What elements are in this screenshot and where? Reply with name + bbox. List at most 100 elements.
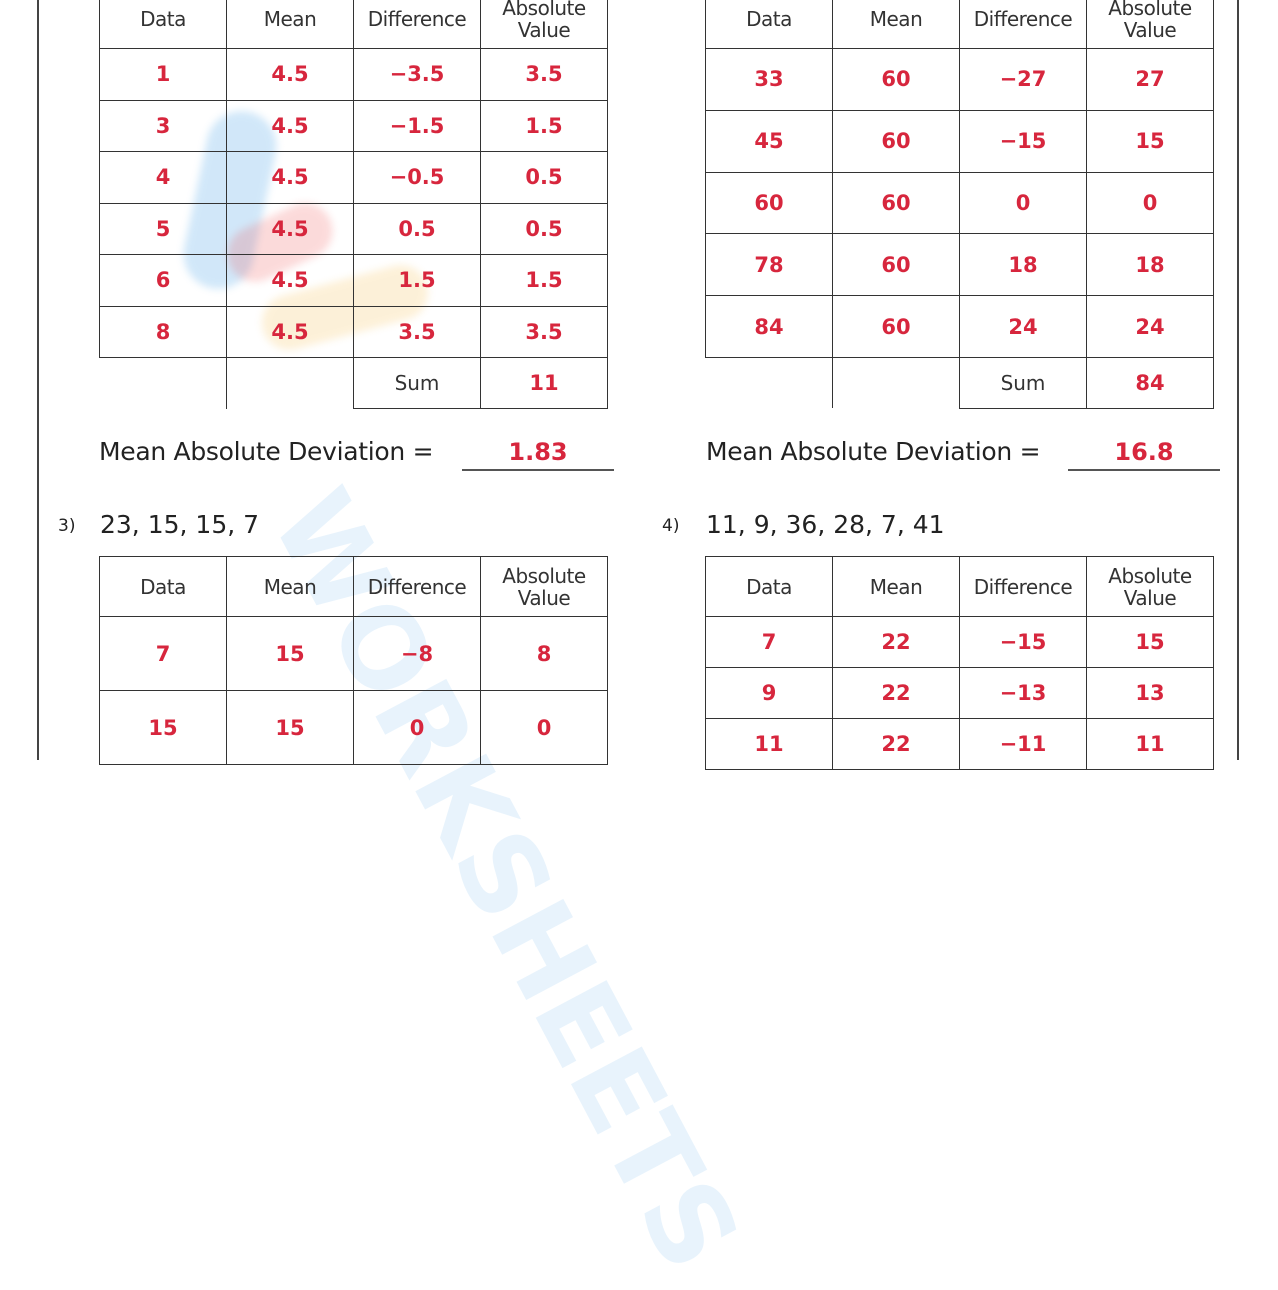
column-header: Mean bbox=[832, 556, 960, 617]
table-cell: −11 bbox=[959, 718, 1087, 770]
table-row: 60 60 0 0 bbox=[705, 171, 1214, 235]
page-border-right bbox=[1237, 0, 1239, 760]
table-cell: 84 bbox=[705, 295, 833, 358]
table-row: 78 60 18 18 bbox=[705, 233, 1214, 297]
table-cell: −15 bbox=[959, 109, 1087, 173]
table-cell: 0 bbox=[353, 690, 481, 765]
deviation-table: Data Mean Difference Absolute Value 1 4.5 −3.5… bbox=[99, 0, 608, 409]
table-cell: 15 bbox=[1086, 109, 1214, 173]
table-row: 8 4.5 3.5 3.5 bbox=[99, 305, 608, 358]
table-cell: 60 bbox=[832, 233, 960, 297]
table-cell: 1 bbox=[99, 48, 227, 101]
table-cell: 45 bbox=[705, 109, 833, 173]
answer-line bbox=[462, 469, 614, 471]
column-header: Difference bbox=[353, 556, 481, 617]
column-header: Difference bbox=[959, 556, 1087, 617]
table-cell: −27 bbox=[959, 48, 1087, 111]
table-cell: 4.5 bbox=[226, 151, 354, 204]
table-cell: 15 bbox=[1086, 616, 1214, 668]
table-cell: 3.5 bbox=[480, 48, 608, 101]
table-row: 9 22 −13 13 bbox=[705, 667, 1214, 719]
table-cell: 60 bbox=[705, 171, 833, 235]
table-row: 3 4.5 −1.5 1.5 bbox=[99, 99, 608, 152]
table-cell: 60 bbox=[832, 171, 960, 235]
column-header: Difference bbox=[353, 0, 481, 49]
sum-label: Sum bbox=[959, 356, 1087, 409]
table-row: 11 22 −11 11 bbox=[705, 718, 1214, 770]
table-cell: 27 bbox=[1086, 48, 1214, 111]
table-cell: −0.5 bbox=[353, 151, 481, 204]
empty-cell bbox=[832, 356, 960, 409]
empty-cell bbox=[705, 356, 833, 409]
table-cell: 4.5 bbox=[226, 305, 354, 358]
table-cell: 33 bbox=[705, 48, 833, 111]
table-cell: 1.5 bbox=[480, 254, 608, 307]
sum-label: Sum bbox=[353, 357, 481, 409]
mad-label: Mean Absolute Deviation = bbox=[99, 437, 434, 466]
table-cell: 0 bbox=[480, 690, 608, 765]
table-cell: 3.5 bbox=[480, 305, 608, 358]
table-cell: 60 bbox=[832, 109, 960, 173]
table-cell: 18 bbox=[959, 233, 1087, 297]
deviation-table: Data Mean Difference Absolute Value 7 15 −8 8 15… bbox=[99, 556, 608, 765]
table-row: 6 4.5 1.5 1.5 bbox=[99, 254, 608, 307]
table-cell: 3 bbox=[99, 99, 227, 152]
column-header: Data bbox=[705, 0, 833, 49]
table-cell: 22 bbox=[832, 667, 960, 719]
problem-data-list: 11, 9, 36, 28, 7, 41 bbox=[706, 510, 945, 539]
empty-cell bbox=[226, 357, 354, 409]
sum-value: 11 bbox=[480, 357, 608, 409]
sum-row: Sum 84 bbox=[705, 356, 1214, 409]
table-cell: 24 bbox=[1086, 295, 1214, 358]
table-cell: 0.5 bbox=[480, 151, 608, 204]
table-cell: 0 bbox=[959, 171, 1087, 235]
table-cell: 15 bbox=[226, 616, 354, 691]
table-row: 7 22 −15 15 bbox=[705, 616, 1214, 668]
table-cell: 24 bbox=[959, 295, 1087, 358]
table-row: 1 4.5 −3.5 3.5 bbox=[99, 48, 608, 101]
table-cell: −3.5 bbox=[353, 48, 481, 101]
table-cell: 3.5 bbox=[353, 305, 481, 358]
deviation-table: Data Mean Difference Absolute Value 33 60 −27 2… bbox=[705, 0, 1214, 409]
answer-line bbox=[1068, 469, 1220, 471]
table-cell: 15 bbox=[99, 690, 227, 765]
mad-answer: 16.8 bbox=[1114, 438, 1174, 466]
sum-row: Sum 11 bbox=[99, 357, 608, 409]
table-cell: 6 bbox=[99, 254, 227, 307]
table-header-row: Data Mean Difference Absolute Value bbox=[705, 556, 1214, 617]
table-cell: −13 bbox=[959, 667, 1087, 719]
table-cell: 7 bbox=[705, 616, 833, 668]
sum-value: 84 bbox=[1086, 356, 1214, 409]
column-header: Absolute Value bbox=[480, 556, 608, 617]
column-header: Data bbox=[99, 556, 227, 617]
table-cell: 7 bbox=[99, 616, 227, 691]
table-cell: 78 bbox=[705, 233, 833, 297]
table-row: 4 4.5 −0.5 0.5 bbox=[99, 151, 608, 204]
table-cell: 4.5 bbox=[226, 254, 354, 307]
table-cell: 8 bbox=[480, 616, 608, 691]
table-cell: 60 bbox=[832, 48, 960, 111]
table-cell: −15 bbox=[959, 616, 1087, 668]
mad-label: Mean Absolute Deviation = bbox=[706, 437, 1041, 466]
table-cell: 13 bbox=[1086, 667, 1214, 719]
table-header-row: Data Mean Difference Absolute Value bbox=[705, 0, 1214, 49]
table-cell: 4 bbox=[99, 151, 227, 204]
column-header: Data bbox=[705, 556, 833, 617]
table-cell: 8 bbox=[99, 305, 227, 358]
table-cell: 4.5 bbox=[226, 99, 354, 152]
table-cell: 60 bbox=[832, 295, 960, 358]
column-header: Absolute Value bbox=[1086, 0, 1214, 49]
table-cell: 5 bbox=[99, 202, 227, 255]
table-cell: 4.5 bbox=[226, 202, 354, 255]
table-cell: 0.5 bbox=[480, 202, 608, 255]
table-cell: 18 bbox=[1086, 233, 1214, 297]
empty-cell bbox=[99, 357, 227, 409]
table-row: 7 15 −8 8 bbox=[99, 616, 608, 691]
table-row: 15 15 0 0 bbox=[99, 690, 608, 765]
mad-answer: 1.83 bbox=[508, 438, 568, 466]
table-cell: 1.5 bbox=[353, 254, 481, 307]
table-cell: 15 bbox=[226, 690, 354, 765]
table-cell: 9 bbox=[705, 667, 833, 719]
table-cell: 22 bbox=[832, 616, 960, 668]
column-header: Data bbox=[99, 0, 227, 49]
